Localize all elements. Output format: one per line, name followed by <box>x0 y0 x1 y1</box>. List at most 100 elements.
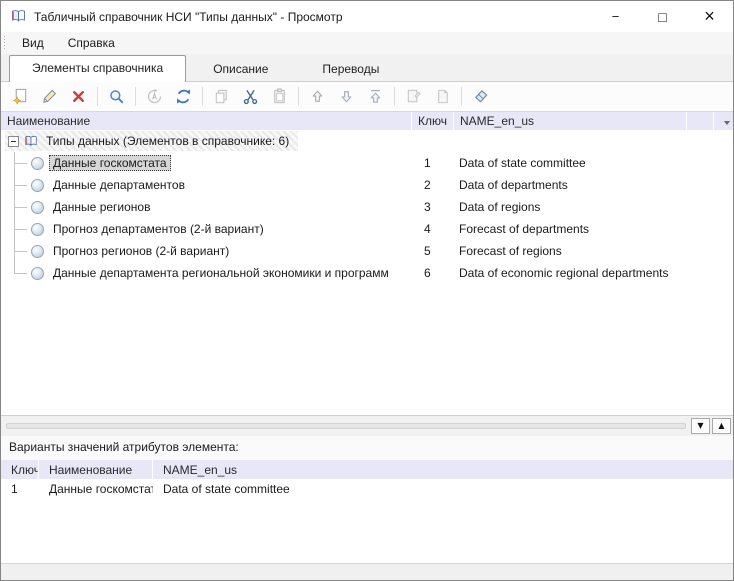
element-sphere-icon <box>31 267 44 280</box>
toolbar-separator <box>202 87 203 106</box>
move-to-top-button[interactable] <box>361 85 390 109</box>
edit-document-button <box>399 85 428 109</box>
move-down-button[interactable] <box>332 85 361 109</box>
attribute-variants-label: Варианты значений атрибутов элемента: <box>1 436 733 460</box>
edit-item-button[interactable] <box>35 85 64 109</box>
arrow-top-icon <box>366 87 385 106</box>
tree-row[interactable]: Данные департаментов 2 Data of departmen… <box>1 174 733 196</box>
column-header-blank <box>687 112 714 130</box>
key-cell: 5 <box>412 244 454 258</box>
tab-description[interactable]: Описание <box>186 57 295 81</box>
paste-button <box>265 85 294 109</box>
copy-button <box>207 85 236 109</box>
tree-row-label: Данные департамента региональной экономи… <box>49 265 393 281</box>
tree-row-label: Данные департаментов <box>49 177 189 193</box>
tree-root-label: Типы данных (Элементов в справочнике: 6) <box>42 133 293 149</box>
delete-x-icon <box>69 87 88 106</box>
bottom-table-header: Ключ Наименование NAME_en_us <box>1 460 733 479</box>
splitter-expand-down-button[interactable]: ▼ <box>691 418 710 434</box>
tree-row-label: Прогноз департаментов (2-й вариант) <box>49 221 268 237</box>
search-button[interactable] <box>102 85 131 109</box>
app-window: Табличный справочник НСИ "Типы данных" -… <box>0 0 734 581</box>
search-icon <box>107 87 126 106</box>
bottom-name-en-cell: Data of state committee <box>153 482 733 496</box>
bottom-column-header-name[interactable]: Наименование <box>39 460 153 479</box>
splitter-expand-up-button[interactable]: ▲ <box>712 418 731 434</box>
move-up-button[interactable] <box>303 85 332 109</box>
triangle-down-icon: ▼ <box>697 422 703 430</box>
minimize-button[interactable]: − <box>592 1 639 32</box>
tree-row[interactable]: Прогноз регионов (2-й вариант) 5 Forecas… <box>1 240 733 262</box>
maximize-button[interactable]: □ <box>639 1 686 32</box>
chevron-down-icon <box>724 121 730 128</box>
toolbar-separator <box>461 87 462 106</box>
bottom-column-header-name-en[interactable]: NAME_en_us <box>153 460 733 479</box>
tab-translations[interactable]: Переводы <box>295 57 406 81</box>
menu-bar: Вид Справка <box>1 32 733 54</box>
key-cell: 4 <box>412 222 454 236</box>
document-icon <box>433 87 452 106</box>
tree-connector <box>1 196 31 218</box>
splitter-groove[interactable] <box>6 423 686 429</box>
element-sphere-icon <box>31 157 44 170</box>
toolbar-separator <box>97 87 98 106</box>
refresh-button[interactable] <box>169 85 198 109</box>
tree-root-row[interactable]: Типы данных (Элементов в справочнике: 6) <box>1 130 733 152</box>
toolbar <box>1 82 733 112</box>
replace-button <box>140 85 169 109</box>
bottom-key-cell: 1 <box>1 482 39 496</box>
bottom-name-cell: Данные госкомстата <box>39 482 153 496</box>
document-pencil-icon <box>404 87 423 106</box>
name-en-cell: Data of economic regional departments <box>454 266 733 280</box>
bottom-table-row[interactable]: 1 Данные госкомстата Data of state commi… <box>1 479 733 498</box>
arrow-up-icon <box>308 87 327 106</box>
bottom-column-header-key[interactable]: Ключ <box>1 460 39 479</box>
status-bar <box>1 563 733 580</box>
name-en-cell: Forecast of regions <box>454 244 733 258</box>
key-cell: 3 <box>412 200 454 214</box>
refresh-icon <box>174 87 193 106</box>
menu-help[interactable]: Справка <box>59 33 124 53</box>
name-en-cell: Forecast of departments <box>454 222 733 236</box>
cut-button[interactable] <box>236 85 265 109</box>
column-header-name[interactable]: Наименование <box>1 112 412 130</box>
horizontal-splitter[interactable]: ▼ ▲ <box>1 415 733 436</box>
scissors-icon <box>241 87 260 106</box>
tree-connector <box>1 240 31 262</box>
tree-row[interactable]: Данные регионов 3 Data of regions <box>1 196 733 218</box>
name-en-cell: Data of departments <box>454 178 733 192</box>
element-sphere-icon <box>31 179 44 192</box>
tree-row[interactable]: Данные госкомстата 1 Data of state commi… <box>1 152 733 174</box>
clear-button[interactable] <box>466 85 495 109</box>
triangle-up-icon: ▲ <box>718 422 724 430</box>
copy-document-button <box>428 85 457 109</box>
element-sphere-icon <box>31 245 44 258</box>
tree-row[interactable]: Данные департамента региональной экономи… <box>1 262 733 284</box>
element-sphere-icon <box>31 223 44 236</box>
tree-row-label: Данные регионов <box>49 199 154 215</box>
add-item-button[interactable] <box>6 85 35 109</box>
delete-item-button[interactable] <box>64 85 93 109</box>
tree-header: Наименование Ключ NAME_en_us <box>1 112 733 130</box>
paste-icon <box>270 87 289 106</box>
tree-row[interactable]: Прогноз департаментов (2-й вариант) 4 Fo… <box>1 218 733 240</box>
column-header-name-en[interactable]: NAME_en_us <box>454 112 687 130</box>
column-header-key[interactable]: Ключ <box>412 112 454 130</box>
tree-connector <box>1 152 31 174</box>
tab-elements[interactable]: Элементы справочника <box>9 55 186 82</box>
tree-connector <box>1 218 31 240</box>
book-icon <box>23 134 39 149</box>
add-item-icon <box>11 87 30 106</box>
key-cell: 6 <box>412 266 454 280</box>
tab-strip: Элементы справочника Описание Переводы <box>1 54 733 82</box>
toolbar-separator <box>135 87 136 106</box>
menu-view[interactable]: Вид <box>13 33 53 53</box>
key-cell: 2 <box>412 178 454 192</box>
name-en-cell: Data of regions <box>454 200 733 214</box>
close-button[interactable]: × <box>686 1 733 32</box>
bottom-table-empty-area <box>1 498 733 563</box>
column-chooser-button[interactable] <box>714 112 733 130</box>
element-sphere-icon <box>31 201 44 214</box>
collapse-expander-icon[interactable] <box>8 136 19 147</box>
toolbar-separator <box>394 87 395 106</box>
